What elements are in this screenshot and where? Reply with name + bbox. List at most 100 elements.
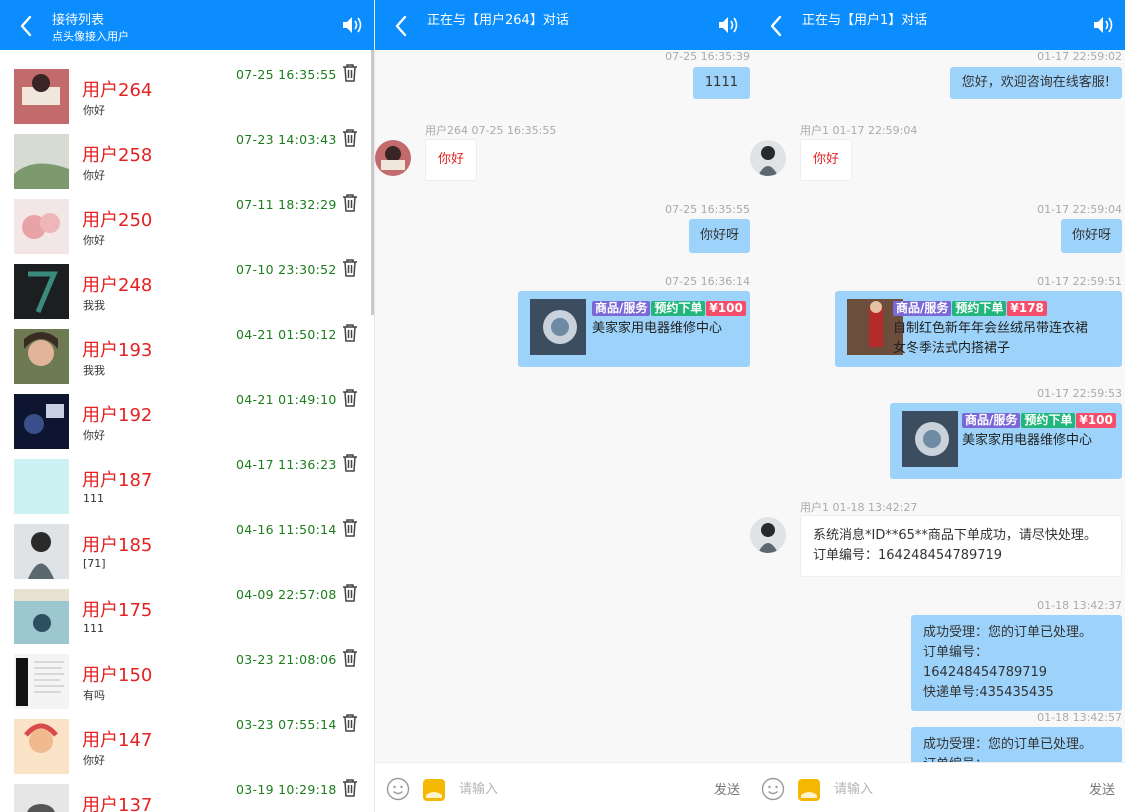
user-name[interactable]: 用户185 bbox=[82, 531, 152, 557]
system-message-line2: 订单编号：164248454789719 bbox=[813, 548, 1003, 563]
list-item[interactable]: 用户175 111 04-09 22:57:08 bbox=[0, 570, 374, 644]
trash-icon[interactable] bbox=[342, 649, 358, 667]
list-item[interactable]: 用户264 你好 07-25 16:35:55 bbox=[0, 50, 374, 124]
input-bar: 发送 bbox=[375, 762, 750, 812]
message-line: 成功受理：您的订单已处理。 bbox=[923, 625, 1093, 640]
chat-panel-user1: 正在与【用户1】对话 01-17 22:59:02 您好，欢迎咨询在线客服! 用… bbox=[750, 0, 1125, 812]
product-card[interactable]: 商品/服务 预约下单 ¥100 美家家用电器维修中心 bbox=[518, 291, 750, 367]
product-image bbox=[530, 299, 586, 355]
message-input[interactable] bbox=[459, 777, 679, 801]
reception-list-panel: 接待列表 点头像接入用户 用户264 你好 07-25 16:35:55 用户2… bbox=[0, 0, 375, 812]
list-item[interactable]: 用户147 你好 03-23 07:55:14 bbox=[0, 700, 374, 774]
user-name[interactable]: 用户264 bbox=[82, 76, 152, 102]
outgoing-message[interactable]: 你好呀 bbox=[688, 219, 750, 253]
list-item[interactable]: 用户250 你好 07-11 18:32:29 bbox=[0, 180, 374, 254]
price-tag: ¥100 bbox=[1076, 413, 1116, 428]
message-area[interactable]: 07-25 16:35:39 1111 用户264 07-25 16:35:55… bbox=[375, 50, 750, 762]
trash-icon[interactable] bbox=[342, 714, 358, 732]
trash-icon[interactable] bbox=[342, 194, 358, 212]
message-time: 04-21 01:50:12 bbox=[236, 327, 337, 342]
incoming-message[interactable]: 你好 bbox=[425, 139, 478, 181]
back-icon[interactable] bbox=[389, 13, 415, 39]
message-time: 03-23 07:55:14 bbox=[236, 717, 337, 732]
speaker-icon[interactable] bbox=[340, 12, 366, 38]
product-image bbox=[902, 411, 958, 467]
trash-icon[interactable] bbox=[342, 259, 358, 277]
list-item[interactable]: 用户258 你好 07-23 14:03:43 bbox=[0, 115, 374, 189]
message-timestamp: 01-18 13:42:57 bbox=[1037, 711, 1122, 724]
outgoing-message[interactable]: 成功受理：您的订单已处理。 订单编号：164248454789719 快递单号:… bbox=[911, 615, 1122, 711]
message-time: 04-09 22:57:08 bbox=[236, 587, 337, 602]
image-icon[interactable] bbox=[423, 779, 445, 801]
user-name[interactable]: 用户258 bbox=[82, 141, 152, 167]
user-name[interactable]: 用户187 bbox=[82, 466, 152, 492]
list-item[interactable]: 用户187 111 04-17 11:36:23 bbox=[0, 440, 374, 514]
trash-icon[interactable] bbox=[342, 519, 358, 537]
user-avatar[interactable] bbox=[750, 140, 786, 176]
avatar[interactable] bbox=[14, 784, 69, 812]
last-message: 111 bbox=[83, 622, 104, 635]
message-input[interactable] bbox=[834, 777, 1054, 801]
product-title: 美家家用电器维修中心 bbox=[962, 433, 1093, 448]
message-timestamp: 07-25 16:36:14 bbox=[665, 275, 750, 288]
product-card[interactable]: 商品/服务 预约下单 ¥178 自制红色新年年会丝绒吊带连衣裙 女冬季法式内搭裙子 bbox=[835, 291, 1122, 367]
message-timestamp: 01-18 13:42:37 bbox=[1037, 599, 1122, 612]
outgoing-message[interactable]: 1111 bbox=[692, 67, 750, 99]
chat-panel-user264: 正在与【用户264】对话 07-25 16:35:39 1111 用户264 0… bbox=[375, 0, 750, 812]
message-timestamp: 01-17 22:59:53 bbox=[1037, 387, 1122, 400]
speaker-icon[interactable] bbox=[716, 12, 742, 38]
trash-icon[interactable] bbox=[342, 324, 358, 342]
product-tags: 商品/服务 预约下单 ¥100 bbox=[592, 301, 747, 316]
list-item[interactable]: 用户185 [71] 04-16 11:50:14 bbox=[0, 505, 374, 579]
trash-icon[interactable] bbox=[342, 454, 358, 472]
trash-icon[interactable] bbox=[342, 779, 358, 797]
message-time: 04-21 01:49:10 bbox=[236, 392, 337, 407]
system-message[interactable]: 系统消息*ID**65**商品下单成功，请尽快处理。 订单编号：16424845… bbox=[800, 515, 1122, 577]
outgoing-message[interactable]: 您好，欢迎咨询在线客服! bbox=[949, 67, 1122, 99]
emoji-icon[interactable] bbox=[761, 777, 785, 801]
list-header: 接待列表 点头像接入用户 bbox=[0, 0, 374, 50]
speaker-icon[interactable] bbox=[1091, 12, 1117, 38]
message-timestamp: 01-17 22:59:04 bbox=[1037, 203, 1122, 216]
trash-icon[interactable] bbox=[342, 64, 358, 82]
incoming-message[interactable]: 你好 bbox=[800, 139, 853, 181]
product-card[interactable]: 商品/服务 预约下单 ¥100 美家家用电器维修中心 bbox=[890, 403, 1122, 479]
user-name[interactable]: 用户248 bbox=[82, 271, 152, 297]
list-item[interactable]: 用户248 我我 07-10 23:30:52 bbox=[0, 245, 374, 319]
last-message: 111 bbox=[83, 492, 104, 505]
message-time: 04-17 11:36:23 bbox=[236, 457, 337, 472]
image-icon[interactable] bbox=[798, 779, 820, 801]
user-name[interactable]: 用户137 bbox=[82, 791, 152, 812]
user-name[interactable]: 用户147 bbox=[82, 726, 152, 752]
last-message: [71] bbox=[83, 557, 106, 570]
trash-icon[interactable] bbox=[342, 389, 358, 407]
user-avatar[interactable] bbox=[750, 517, 786, 553]
list-item[interactable]: 用户193 我我 04-21 01:50:12 bbox=[0, 310, 374, 384]
user-list: 用户264 你好 07-25 16:35:55 用户258 你好 07-23 1… bbox=[0, 50, 374, 812]
user-name[interactable]: 用户150 bbox=[82, 661, 152, 687]
list-title: 接待列表 bbox=[52, 13, 105, 28]
outgoing-message[interactable]: 你好呀 bbox=[1060, 219, 1122, 253]
back-icon[interactable] bbox=[14, 13, 40, 39]
message-time: 03-19 10:29:18 bbox=[236, 782, 337, 797]
message-area[interactable]: 01-17 22:59:02 您好，欢迎咨询在线客服! 用户1 01-17 22… bbox=[750, 50, 1125, 803]
product-title-line2: 女冬季法式内搭裙子 bbox=[893, 341, 1011, 356]
message-timestamp: 07-25 16:35:39 bbox=[665, 50, 750, 63]
list-item[interactable]: 用户192 你好 04-21 01:49:10 bbox=[0, 375, 374, 449]
send-button[interactable]: 发送 bbox=[714, 779, 740, 798]
back-icon[interactable] bbox=[764, 13, 790, 39]
order-tag: 预约下单 bbox=[952, 301, 1007, 316]
emoji-icon[interactable] bbox=[386, 777, 410, 801]
user-name[interactable]: 用户193 bbox=[82, 336, 152, 362]
message-time: 07-23 14:03:43 bbox=[236, 132, 337, 147]
trash-icon[interactable] bbox=[342, 584, 358, 602]
user-avatar[interactable] bbox=[375, 140, 411, 176]
send-button[interactable]: 发送 bbox=[1089, 779, 1115, 798]
user-name[interactable]: 用户192 bbox=[82, 401, 152, 427]
user-name[interactable]: 用户250 bbox=[82, 206, 152, 232]
list-item[interactable]: 用户150 有吗 03-23 21:08:06 bbox=[0, 635, 374, 709]
trash-icon[interactable] bbox=[342, 129, 358, 147]
user-name[interactable]: 用户175 bbox=[82, 596, 152, 622]
message-time: 07-11 18:32:29 bbox=[236, 197, 337, 212]
list-item[interactable]: 用户137 03-19 10:29:18 bbox=[0, 765, 374, 812]
